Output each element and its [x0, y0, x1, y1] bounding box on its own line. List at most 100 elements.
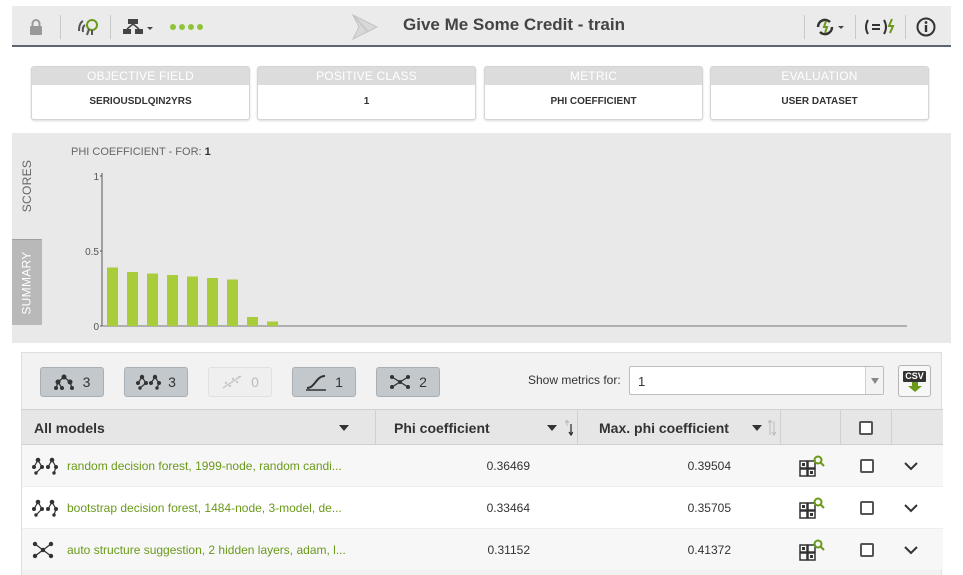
models-table: All models Phi coefficient Max. phi coef… [22, 409, 943, 571]
filter-linear-regression-button[interactable]: 0 [208, 367, 272, 397]
column-header-actions [781, 410, 841, 445]
chart-title: PHI COEFFICIENT - FOR: 1 [71, 146, 211, 158]
column-header-max-phi[interactable]: Max. phi coefficient [578, 410, 781, 445]
filter-count: 1 [335, 374, 343, 390]
filter-count: 3 [168, 374, 176, 390]
column-header-phi[interactable]: Phi coefficient [376, 410, 578, 445]
table-header: All models Phi coefficient Max. phi coef… [22, 409, 943, 445]
filter-deepnet-button[interactable]: 2 [376, 367, 440, 397]
caret-down-icon[interactable] [547, 425, 557, 431]
filter-count: 3 [82, 374, 91, 390]
csv-label: CSV [903, 370, 926, 382]
logo-icon [348, 6, 382, 47]
show-metrics-label: Show metrics for: [528, 373, 621, 387]
sort-icon[interactable] [565, 420, 573, 436]
max-phi-value: 0.39504 [687, 459, 731, 473]
card-label: METRIC [485, 67, 702, 85]
tab-summary[interactable]: SUMMARY [12, 239, 42, 325]
filter-count: 2 [419, 374, 427, 390]
formula-icon[interactable] [860, 6, 900, 47]
card-value: PHI COEFFICIENT [550, 96, 637, 107]
linear-regression-icon [222, 375, 242, 389]
models-area: 3 3 0 1 2 Show metrics for: 1 CSV All mo… [21, 352, 943, 575]
table-row[interactable]: auto structure suggestion, 2 hidden laye… [22, 529, 943, 571]
caret-down-icon[interactable] [752, 425, 762, 431]
chevron-down-icon[interactable] [904, 487, 918, 529]
phi-bar-chart: 10.50 [85, 172, 907, 333]
column-header-models[interactable]: All models [22, 410, 376, 445]
ensemble-icon [32, 445, 60, 487]
card-value: 1 [363, 96, 370, 107]
card-label: OBJECTIVE FIELD [32, 67, 249, 85]
summary-cards: OBJECTIVE FIELD SERIOUSDLQIN2YRS POSITIV… [12, 48, 951, 134]
bar [247, 317, 258, 326]
top-toolbar: Give Me Some Credit - train [12, 6, 951, 47]
bar [187, 276, 198, 326]
ensemble-icon [32, 487, 60, 529]
bar [147, 273, 158, 326]
refresh-lightning-icon[interactable] [812, 6, 848, 47]
model-tree-icon[interactable] [120, 6, 156, 47]
metrics-class-select[interactable]: 1 [629, 366, 884, 395]
progress-dots-icon [168, 6, 206, 47]
filter-count: 0 [251, 374, 259, 390]
column-header-expand [892, 410, 943, 445]
objective-field-card: OBJECTIVE FIELD SERIOUSDLQIN2YRS [31, 66, 250, 120]
column-header-select [841, 410, 892, 445]
evaluation-details-icon[interactable] [799, 487, 825, 529]
sort-icon[interactable] [768, 420, 776, 436]
chevron-down-icon[interactable] [904, 529, 918, 571]
select-all-checkbox[interactable] [859, 420, 873, 435]
fingerprint-icon[interactable] [74, 6, 104, 47]
deepnet-icon [390, 375, 411, 389]
card-label: POSITIVE CLASS [258, 67, 475, 85]
csv-export-button[interactable]: CSV [898, 365, 931, 397]
filter-ensemble-button[interactable]: 3 [124, 367, 188, 397]
ensemble-icon [136, 374, 162, 390]
model-name-link[interactable]: random decision forest, 1999-node, rando… [67, 445, 342, 487]
row-checkbox-cell [860, 529, 874, 571]
bar [267, 321, 278, 326]
filter-decision-tree-button[interactable]: 3 [40, 367, 104, 397]
card-value: USER DATASET [781, 96, 858, 107]
tab-scores[interactable]: SCORES [12, 133, 42, 239]
phi-value: 0.33464 [486, 501, 530, 515]
max-phi-value: 0.35705 [687, 501, 731, 515]
download-arrow-icon [907, 381, 922, 392]
card-value: SERIOUSDLQIN2YRS [89, 96, 192, 107]
positive-class-card: POSITIVE CLASS 1 [257, 66, 476, 120]
info-icon[interactable] [914, 6, 938, 47]
chevron-down-icon[interactable] [865, 367, 883, 394]
chart-panel: SCORES SUMMARY PHI COEFFICIENT - FOR: 1 … [12, 133, 951, 343]
row-checkbox[interactable] [860, 543, 874, 557]
y-tick-label: 1 [93, 172, 99, 183]
column-label: Max. phi coefficient [599, 419, 729, 436]
y-tick-label: 0 [93, 322, 99, 333]
row-checkbox[interactable] [860, 459, 874, 473]
logistic-regression-icon [306, 375, 327, 391]
deepnet-icon [32, 529, 54, 571]
filter-logistic-regression-button[interactable]: 1 [292, 367, 356, 397]
column-label: Phi coefficient [394, 419, 490, 436]
table-row[interactable]: bootstrap decision forest, 1484-node, 3-… [22, 487, 943, 529]
evaluation-card: EVALUATION USER DATASET [710, 66, 929, 120]
phi-value: 0.31152 [487, 543, 531, 557]
bar [227, 279, 238, 326]
model-name-link[interactable]: auto structure suggestion, 2 hidden laye… [67, 529, 346, 571]
row-checkbox[interactable] [860, 501, 874, 515]
chevron-down-icon[interactable] [904, 445, 918, 487]
evaluation-details-icon[interactable] [799, 529, 825, 571]
evaluation-details-icon[interactable] [799, 445, 825, 487]
caret-down-icon[interactable] [339, 425, 349, 431]
column-label: All models [34, 419, 105, 436]
lock-icon[interactable] [24, 6, 48, 47]
tab-label: SCORES [20, 159, 35, 213]
table-row[interactable]: random decision forest, 1999-node, rando… [22, 445, 943, 487]
bar [107, 267, 118, 326]
model-name-link[interactable]: bootstrap decision forest, 1484-node, 3-… [67, 487, 342, 529]
bar [207, 278, 218, 326]
card-label: EVALUATION [711, 67, 928, 85]
row-checkbox-cell [860, 487, 874, 529]
row-checkbox-cell [860, 445, 874, 487]
chart-title-value: 1 [204, 146, 211, 158]
